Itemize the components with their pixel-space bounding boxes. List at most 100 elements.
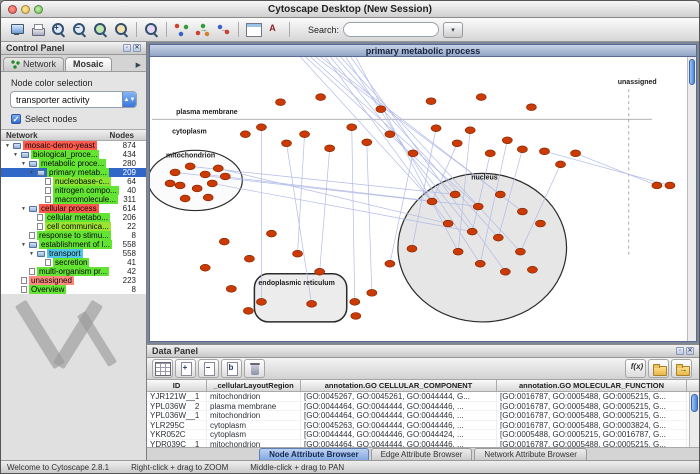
network-canvas[interactable]: plasma membranecytoplasmmitochondrionnuc… (150, 57, 687, 341)
network-node[interactable] (443, 220, 453, 227)
network-node[interactable] (185, 163, 195, 170)
equation-builder-button[interactable]: f(x) (625, 359, 646, 378)
network-node[interactable] (362, 139, 372, 146)
network-node[interactable] (293, 250, 303, 257)
network-node[interactable] (165, 180, 175, 187)
network-node[interactable] (652, 182, 662, 189)
network-node[interactable] (517, 146, 527, 153)
close-window-button[interactable] (8, 5, 17, 14)
tree-item-primary-metab[interactable]: ▼primary metab...209 (1, 168, 146, 177)
network-node[interactable] (200, 264, 210, 271)
first-neighbors-button[interactable]: → (192, 20, 213, 39)
network-node[interactable] (556, 161, 566, 168)
network-edge[interactable] (321, 57, 523, 212)
delete-row-button[interactable] (244, 359, 265, 378)
expander-icon[interactable]: ▼ (20, 242, 27, 248)
network-node[interactable] (571, 150, 581, 157)
network-node[interactable] (300, 131, 310, 138)
network-node[interactable] (476, 94, 486, 101)
network-node[interactable] (367, 289, 377, 296)
network-node[interactable] (495, 191, 505, 198)
network-node[interactable] (473, 203, 483, 210)
select-attributes-button[interactable] (152, 359, 173, 378)
expander-icon[interactable]: ▼ (4, 143, 11, 149)
network-node[interactable] (517, 208, 527, 215)
network-node[interactable] (426, 98, 436, 105)
network-node[interactable] (467, 228, 477, 235)
network-node[interactable] (307, 300, 317, 307)
network-node[interactable] (200, 171, 210, 178)
tree-item-establishment-of-l[interactable]: ▼establishment of l...558 (1, 240, 146, 249)
import-network-button[interactable] (171, 20, 192, 39)
network-node[interactable] (485, 150, 495, 157)
tree-item-nitrogen-compo[interactable]: nitrogen compo...40 (1, 186, 146, 195)
network-node[interactable] (408, 150, 418, 157)
table-vscrollbar[interactable] (689, 392, 699, 447)
network-node[interactable] (385, 260, 395, 267)
table-row[interactable]: YDR039C__1mitochondrion[GO:0044464, GO:0… (147, 440, 699, 448)
tab-overflow-button[interactable]: ▶ (133, 61, 144, 71)
zoom-selected-button[interactable] (90, 20, 111, 39)
network-node[interactable] (220, 173, 230, 180)
zoom-in-button[interactable]: + (48, 20, 69, 39)
network-node[interactable] (535, 220, 545, 227)
tree-item-macromolecule[interactable]: macromolecule...311 (1, 195, 146, 204)
close-panel-button[interactable]: ✕ (133, 44, 141, 52)
zoom-window-button[interactable] (34, 5, 43, 14)
close-panel-button[interactable]: ✕ (686, 347, 694, 355)
network-node[interactable] (219, 238, 229, 245)
search-options-button[interactable]: ▾ (443, 22, 463, 38)
column-header[interactable]: _cellularLayoutRegion (207, 380, 301, 391)
network-view-title[interactable]: primary metabolic process (150, 45, 696, 57)
tree-item-transport[interactable]: ▼transport558 (1, 249, 146, 258)
tree-item-mosaic-demo-yeast[interactable]: ▼mosaic-demo-yeast874 (1, 141, 146, 150)
import-table-button[interactable] (648, 359, 669, 378)
delete-attribute-button[interactable]: − (198, 359, 219, 378)
network-node[interactable] (665, 182, 675, 189)
table-row[interactable]: YLR295Ccytoplasm[GO:0045263, GO:0044444,… (147, 421, 699, 431)
tab-network-attribute-browser[interactable]: Network Attribute Browser (474, 448, 586, 460)
table-row[interactable]: YJR121W__1mitochondrion[GO:0045267, GO:0… (147, 392, 699, 402)
tree-item-cellular-metabo[interactable]: cellular metabo...206 (1, 213, 146, 222)
network-edge[interactable] (352, 127, 355, 302)
network-edge[interactable] (544, 151, 669, 185)
network-node[interactable] (325, 145, 335, 152)
network-node[interactable] (203, 194, 213, 201)
network-edge[interactable] (576, 153, 657, 185)
export-table-button[interactable]: → (671, 359, 692, 378)
network-node[interactable] (450, 191, 460, 198)
network-node[interactable] (453, 248, 463, 255)
network-node[interactable] (315, 268, 325, 275)
select-nodes-checkbox[interactable]: ✓ (11, 114, 21, 124)
network-node[interactable] (170, 169, 180, 176)
expander-icon[interactable]: ▼ (28, 170, 35, 176)
region-nucleus[interactable] (398, 173, 567, 322)
network-node[interactable] (207, 180, 217, 187)
node-color-dropdown[interactable]: transporter activity ▲▼ (10, 91, 137, 108)
expander-icon[interactable]: ▼ (28, 251, 35, 257)
network-node[interactable] (243, 307, 253, 314)
network-node[interactable] (266, 230, 276, 237)
network-node[interactable] (244, 255, 254, 262)
network-edge[interactable] (367, 142, 372, 293)
network-node[interactable] (256, 298, 266, 305)
network-node[interactable] (316, 94, 326, 101)
tab-network[interactable]: Network (3, 57, 64, 71)
network-node[interactable] (240, 131, 250, 138)
tree-item-response-to-stimu[interactable]: response to stimu...8 (1, 231, 146, 240)
network-node[interactable] (527, 266, 537, 273)
network-node[interactable] (351, 312, 361, 319)
table-row[interactable]: YPL036W__1mitochondrion[GO:0044464, GO:0… (147, 411, 699, 421)
table-row[interactable]: YPL036W__2plasma membrane[GO:0044464, GO… (147, 402, 699, 412)
network-node[interactable] (526, 104, 536, 111)
network-node[interactable] (452, 140, 462, 147)
rename-attribute-button[interactable]: b (221, 359, 242, 378)
network-node[interactable] (385, 131, 395, 138)
tree-item-overview[interactable]: Overview8 (1, 285, 146, 294)
network-node[interactable] (226, 285, 236, 292)
minimize-window-button[interactable] (21, 5, 30, 14)
table-vscroll-thumb[interactable] (691, 394, 698, 412)
annotation-button[interactable]: A (264, 20, 285, 39)
tab-edge-attribute-browser[interactable]: Edge Attribute Browser (371, 448, 473, 460)
print-button[interactable] (27, 20, 48, 39)
